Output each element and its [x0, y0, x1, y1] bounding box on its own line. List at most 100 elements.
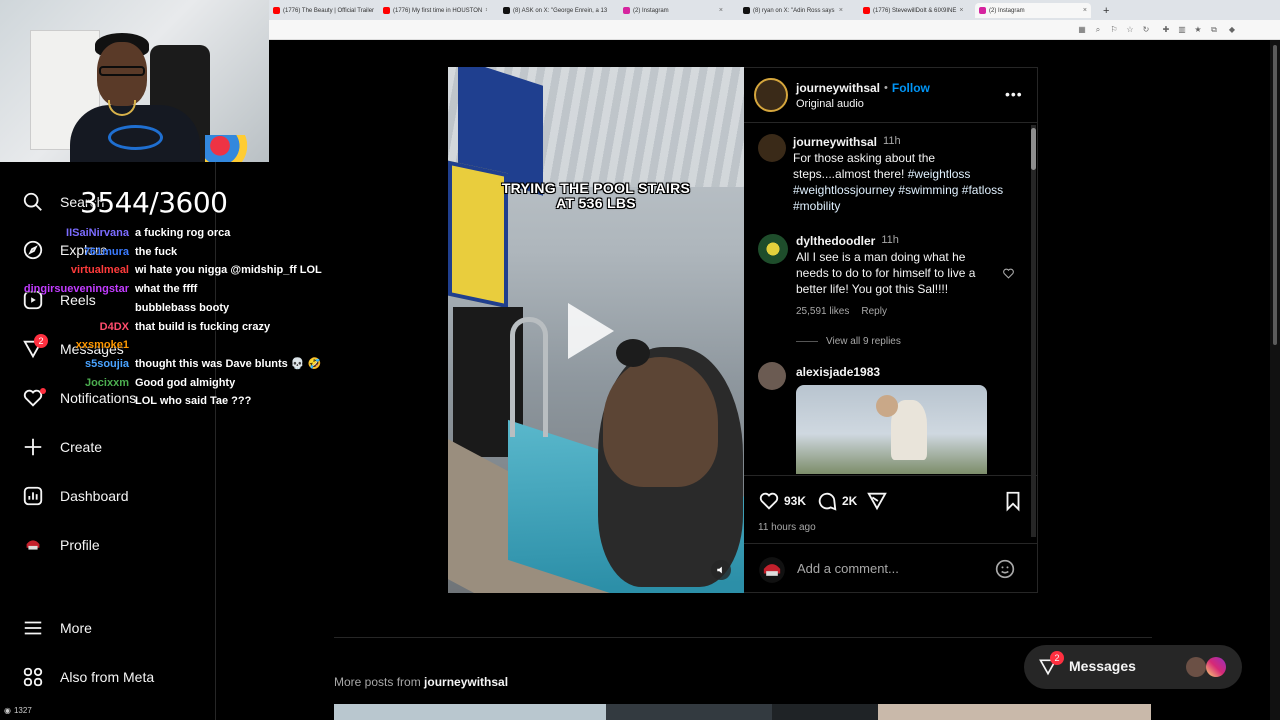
emoji-icon[interactable] [995, 559, 1015, 579]
chat-text: thought this was Dave blunts 💀 🤣 [135, 358, 322, 371]
comments-scrollbar-thumb[interactable] [1031, 128, 1036, 170]
nav-dashboard[interactable]: Dashboard [22, 483, 129, 509]
play-icon[interactable] [568, 303, 614, 359]
comment-gif-image[interactable] [796, 385, 987, 474]
comment-username[interactable]: alexisjade1983 [796, 365, 880, 379]
caption-username[interactable]: journeywithsal [793, 135, 877, 149]
bookmark-icon[interactable]: ☆ [1125, 25, 1135, 35]
chat-text: that build is fucking crazy [135, 320, 271, 333]
chat-message: xxsmoke1 [0, 336, 135, 354]
comment-time: 11h [881, 234, 899, 246]
copilot-icon[interactable]: ◆ [1227, 25, 1237, 35]
instagram-logo-icon [1206, 657, 1226, 677]
mute-button[interactable] [711, 560, 731, 580]
refresh-icon[interactable]: ↻ [1141, 25, 1151, 35]
separator-dot: • [884, 82, 888, 94]
apps-icon[interactable]: ▦ [1077, 25, 1087, 35]
browser-tab[interactable]: (2) Instagram × [619, 3, 727, 18]
more-options-icon[interactable]: ••• [1005, 86, 1023, 102]
translate-icon[interactable]: ⚐ [1109, 25, 1119, 35]
collections-icon[interactable]: ⧉ [1209, 25, 1219, 35]
comment-line: needs to do to for himself to live a [796, 266, 976, 280]
chat-username: D4DX [99, 320, 129, 333]
author-avatar[interactable] [754, 78, 788, 112]
comment-reply-button[interactable]: Reply [861, 306, 887, 317]
viewer-count: ◉ 1327 [4, 706, 32, 715]
tab-title: (8) ASK on X: "George Enrein, a 13 [513, 7, 607, 14]
browser-tab[interactable]: (1776) StevewillDoIt & 6IX9INE × [859, 3, 967, 18]
add-comment-input[interactable]: Add a comment... [797, 561, 987, 576]
zoom-icon[interactable]: ⌕ [1093, 25, 1103, 35]
comment-username[interactable]: dylthedoodler [796, 234, 875, 248]
save-bookmark-icon[interactable] [1002, 490, 1024, 512]
nav-more[interactable]: More [22, 615, 92, 641]
meta-apps-icon [23, 667, 43, 687]
tab-close-icon[interactable]: × [485, 7, 487, 14]
post-thumbnail[interactable] [878, 704, 1151, 720]
browser-tab[interactable]: (8) ASK on X: "George Enrein, a 13× [499, 3, 607, 18]
share-send-icon[interactable] [866, 490, 888, 512]
plus-icon [24, 438, 42, 456]
chat-message: s5soujia thought this was Dave blunts 💀 🤣 [0, 355, 321, 373]
hashtag[interactable]: #mobility [793, 199, 840, 213]
post-thumbnail[interactable] [606, 704, 772, 720]
caption-text: For those asking about the steps....almo… [793, 150, 1023, 214]
tab-title: (1776) My first time in HOUSTON [393, 7, 483, 14]
favorites-icon[interactable]: ★ [1193, 25, 1203, 35]
chat-message: 761mura the fuck [0, 243, 177, 261]
post-thumbnail[interactable] [772, 704, 878, 720]
browser-tab[interactable]: (1776) The Beauty | Official Trailer× [269, 3, 377, 18]
video-caption-line: TRYING THE POOL STAIRS [501, 180, 691, 196]
replies-line [796, 341, 818, 342]
tab-title: (8) ryan on X: "Adin Ross says [753, 7, 835, 14]
nav-profile[interactable]: Profile [22, 532, 100, 558]
chat-text: a fucking rog orca [135, 227, 231, 239]
comment-button[interactable]: 2K [816, 490, 857, 512]
commenter-avatar[interactable] [758, 362, 786, 390]
more-posts-username[interactable]: journeywithsal [424, 675, 508, 689]
tab-close-icon[interactable]: × [719, 7, 723, 14]
browser-tab[interactable]: (2) Instagram × [975, 3, 1091, 18]
nav-create[interactable]: Create [22, 434, 102, 460]
browser-tab[interactable]: (8) ryan on X: "Adin Ross says × [739, 3, 847, 18]
add-comment-bar: Add a comment... [744, 543, 1037, 594]
post-timestamp[interactable]: 11 hours ago [758, 522, 816, 533]
tab-close-icon[interactable]: × [839, 7, 843, 14]
split-view-icon[interactable]: ▥ [1177, 25, 1187, 35]
browser-toolbar: ▦ ⌕ ⚐ ☆ ↻ ✚ ▥ ★ ⧉ ◆ [269, 20, 1280, 40]
hashtag[interactable]: #fatloss [962, 183, 1003, 197]
messages-pill[interactable]: 2 Messages [1024, 645, 1242, 689]
chat-message: virtualmeal wi hate you nigga @midship_ff… [0, 261, 322, 279]
comment-likes[interactable]: 25,591 likes [796, 306, 849, 317]
view-replies-label: View all 9 replies [826, 336, 901, 347]
view-replies-button[interactable]: View all 9 replies [796, 336, 901, 347]
page-scrollbar-thumb[interactable] [1273, 45, 1277, 345]
comment-like-heart-icon[interactable] [1002, 267, 1015, 280]
author-username[interactable]: journeywithsal [796, 81, 880, 95]
like-button[interactable]: 93K [758, 490, 806, 512]
like-count: 93K [784, 494, 807, 508]
hashtag[interactable]: #swimming [898, 183, 958, 197]
chat-text: wi hate you nigga @midship_ff LOL [135, 264, 322, 277]
tab-close-icon[interactable]: × [959, 7, 963, 14]
post-actions: 93K 2K 11 hours ago [744, 475, 1037, 543]
section-divider [334, 637, 1152, 638]
post-thumbnail[interactable] [334, 704, 606, 720]
browser-tab[interactable]: (1776) My first time in HOUSTON× [379, 3, 487, 18]
hashtag[interactable]: #weightlossjourney [793, 183, 895, 197]
comment-count: 2K [842, 494, 858, 508]
tab-close-icon[interactable]: × [1083, 7, 1087, 14]
caption-avatar[interactable] [758, 134, 786, 162]
hamburger-menu-icon [24, 621, 42, 635]
hashtag[interactable]: #weightloss [908, 167, 971, 181]
nav-also-from-meta[interactable]: Also from Meta [22, 664, 154, 690]
extensions-icon[interactable]: ✚ [1161, 25, 1171, 35]
new-tab-icon[interactable]: + [1099, 3, 1113, 18]
reel-video[interactable]: TRYING THE POOL STAIRS AT 536 LBS [448, 67, 744, 593]
speaker-icon [717, 566, 722, 574]
more-posts-label: More posts from [334, 675, 421, 689]
commenter-avatar[interactable] [758, 234, 788, 264]
follow-button[interactable]: Follow [892, 81, 930, 95]
nav-profile-label: Profile [60, 537, 100, 553]
audio-label[interactable]: Original audio [796, 98, 864, 110]
